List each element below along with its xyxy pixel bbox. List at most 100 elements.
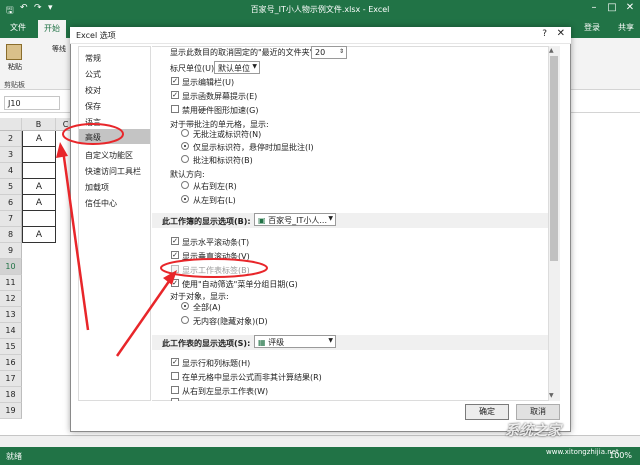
select-all-corner[interactable]	[0, 118, 22, 131]
checkbox-group-dates[interactable]: ✓	[171, 279, 179, 287]
watermark-url: www.xitongzhijia.net	[546, 448, 619, 456]
share-button[interactable]: 共享	[618, 22, 634, 33]
scroll-down-icon[interactable]: ▼	[549, 392, 554, 399]
worksheet-select[interactable]: ▦ 评级 ▼	[254, 335, 336, 348]
maximize-icon[interactable]: □	[603, 2, 621, 13]
row-header[interactable]: 19	[0, 403, 22, 419]
row-header[interactable]: 14	[0, 323, 22, 339]
checkbox-page-breaks[interactable]	[171, 398, 179, 401]
checkbox-rtl-sheet[interactable]	[171, 386, 179, 394]
nav-item-addins[interactable]: 加载项	[85, 182, 109, 193]
rtl-label: 从右到左(R)	[193, 182, 237, 191]
hscroll-label: 显示水平滚动条(T)	[182, 238, 250, 247]
radio-ltr[interactable]	[181, 195, 189, 203]
ruler-units-select[interactable]: 默认单位 ▼	[214, 61, 260, 74]
table-cell[interactable]: A	[22, 179, 56, 195]
table-cell[interactable]: A	[22, 131, 56, 147]
table-cell[interactable]: A	[22, 227, 56, 243]
objects-label: 对于对象，显示:	[170, 292, 229, 301]
radio-comments-indicators[interactable]	[181, 155, 189, 163]
row-header[interactable]: 15	[0, 339, 22, 355]
tab-home[interactable]: 开始	[38, 20, 66, 38]
recent-folders-label: 显示此数目的取消固定的"最近的文件夹"(F):	[170, 48, 327, 57]
row-header[interactable]: 3	[0, 147, 22, 163]
worksheet-options-label: 此工作表的显示选项(S):	[162, 339, 251, 348]
checkbox-vscroll[interactable]: ✓	[171, 251, 179, 259]
close-icon[interactable]: ✕	[621, 2, 639, 13]
nav-item-general[interactable]: 常规	[85, 53, 101, 64]
row-header[interactable]: 13	[0, 307, 22, 323]
ok-button[interactable]: 确定	[465, 404, 509, 420]
radio-nothing[interactable]	[181, 316, 189, 324]
ruler-units-value: 默认单位	[218, 64, 250, 73]
workbook-select[interactable]: ▣ 百家号_IT小人... ▼	[254, 213, 336, 226]
chevron-down-icon: ▼	[328, 215, 333, 222]
row-header[interactable]: 5	[0, 179, 22, 195]
rtl-sheet-label: 从右到左显示工作表(W)	[182, 387, 269, 396]
table-cell[interactable]	[22, 163, 56, 179]
paste-label[interactable]: 粘贴	[8, 62, 22, 72]
close-icon[interactable]: ✕	[557, 28, 565, 39]
radio-all[interactable]	[181, 302, 189, 310]
row-header[interactable]: 7	[0, 211, 22, 227]
chevron-down-icon: ▼	[252, 63, 257, 70]
font-name-box[interactable]: 等线	[52, 44, 66, 54]
group-dates-label: 使用"自动筛选"菜单分组日期(G)	[182, 280, 298, 289]
checkbox-disable-hw-accel[interactable]	[171, 105, 179, 113]
row-header[interactable]: 17	[0, 371, 22, 387]
nav-item-advanced[interactable]: 高级	[79, 129, 150, 144]
default-direction-label: 默认方向:	[170, 170, 205, 179]
no-comments-label: 无批注或标识符(N)	[193, 130, 262, 139]
spinner-icon[interactable]: ⇕	[339, 48, 344, 55]
row-header[interactable]: 16	[0, 355, 22, 371]
table-cell[interactable]: A	[22, 195, 56, 211]
checkbox-headers[interactable]: ✓	[171, 358, 179, 366]
help-icon[interactable]: ?	[542, 29, 547, 39]
nav-item-save[interactable]: 保存	[85, 101, 101, 112]
row-header[interactable]: 2	[0, 131, 22, 147]
window-title: 百家号_IT小人物示例文件.xlsx - Excel	[250, 5, 390, 14]
recent-folders-spinner[interactable]: 20 ⇕	[311, 46, 347, 59]
disable-hw-accel-label: 禁用硬件图形加速(G)	[182, 106, 259, 115]
nav-item-proofing[interactable]: 校对	[85, 85, 101, 96]
row-header[interactable]: 18	[0, 387, 22, 403]
workbook-options-header: 此工作簿的显示选项(B):	[152, 213, 548, 228]
minimize-icon[interactable]: –	[585, 2, 603, 13]
scroll-up-icon[interactable]: ▲	[549, 47, 554, 54]
column-header[interactable]: B	[22, 118, 56, 131]
row-header-selected[interactable]: 10	[0, 259, 22, 275]
excel-title-bar: 🖫 ↶ ↷ ▾ 百家号_IT小人物示例文件.xlsx - Excel – □ ✕	[0, 0, 640, 18]
checkbox-hscroll[interactable]: ✓	[171, 237, 179, 245]
tab-file[interactable]: 文件	[10, 22, 26, 33]
excel-file-icon: ▣	[258, 216, 266, 225]
dialog-title-bar: Excel 选项 ? ✕	[70, 27, 571, 44]
cancel-button[interactable]: 取消	[516, 404, 560, 420]
table-cell[interactable]	[22, 211, 56, 227]
row-header[interactable]: 8	[0, 227, 22, 243]
row-header[interactable]: 11	[0, 275, 22, 291]
table-cell[interactable]	[22, 147, 56, 163]
nav-item-customize-ribbon[interactable]: 自定义功能区	[85, 150, 133, 161]
signin-link[interactable]: 登录	[584, 22, 600, 33]
nav-item-formulas[interactable]: 公式	[85, 69, 101, 80]
radio-no-comments[interactable]	[181, 129, 189, 137]
nav-item-language[interactable]: 语言	[85, 117, 101, 128]
nav-item-trust-center[interactable]: 信任中心	[85, 198, 117, 209]
checkbox-formulas[interactable]	[171, 372, 179, 380]
workbook-value: 百家号_IT小人...	[268, 216, 327, 225]
scrollbar-thumb[interactable]	[550, 56, 558, 261]
name-box[interactable]: J10	[4, 96, 60, 110]
checkbox-show-formula-bar[interactable]: ✓	[171, 77, 179, 85]
paste-icon[interactable]	[6, 44, 22, 60]
row-header[interactable]: 4	[0, 163, 22, 179]
workbook-options-label: 此工作簿的显示选项(B):	[162, 217, 251, 226]
row-header[interactable]: 9	[0, 243, 22, 259]
checkbox-sheet-tabs[interactable]	[171, 265, 179, 273]
nav-item-quick-access[interactable]: 快速访问工具栏	[85, 166, 141, 177]
radio-indicator-only[interactable]	[181, 142, 189, 150]
row-header[interactable]: 6	[0, 195, 22, 211]
checkbox-function-tips[interactable]: ✓	[171, 91, 179, 99]
sheet-tabs-label: 显示工作表标签(B)	[182, 266, 250, 275]
radio-rtl[interactable]	[181, 181, 189, 189]
row-header[interactable]: 12	[0, 291, 22, 307]
